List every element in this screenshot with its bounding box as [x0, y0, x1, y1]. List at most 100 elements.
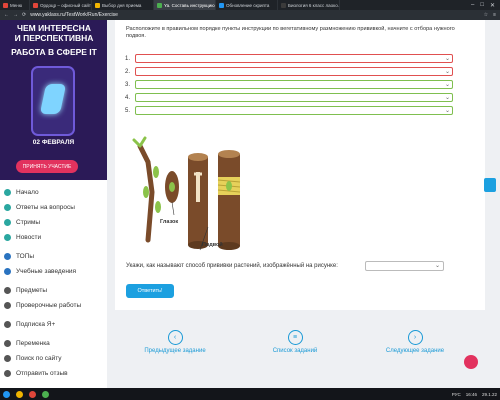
- video-icon[interactable]: [464, 355, 478, 369]
- order-row-number: 4.: [125, 94, 131, 101]
- maximize-icon[interactable]: □: [480, 2, 484, 9]
- sidebar-item[interactable]: Ответы на вопросы: [4, 200, 104, 215]
- browser-tab-label: Обновление скрипта: [226, 2, 270, 8]
- browser-icon[interactable]: [29, 390, 36, 398]
- submit-button[interactable]: Ответить!: [126, 284, 174, 298]
- menu-icon[interactable]: ≡: [493, 12, 496, 18]
- promo-banner[interactable]: ЧЕМ ИНТЕРЕСНА И ПЕРСПЕКТИВНА РАБОТА В СФ…: [0, 20, 107, 180]
- favicon-icon: [219, 2, 224, 8]
- url-field[interactable]: www.yaklass.ru/TestWork/Run/Exercise: [30, 12, 118, 18]
- sidebar-item-label: ТОПы: [16, 253, 35, 260]
- sidebar-item[interactable]: Отправить отзыв: [4, 366, 104, 381]
- sidebar-item-label: Проверочные работы: [16, 302, 82, 309]
- browser-tab[interactable]: Меню: [0, 0, 30, 10]
- sidebar-item[interactable]: ТОПы: [4, 249, 104, 264]
- chevron-down-icon: ⌄: [434, 263, 440, 269]
- sidebar-item[interactable]: Учебные заведения: [4, 264, 104, 279]
- order-row-number: 1.: [125, 55, 131, 62]
- chevron-down-icon: ⌄: [444, 82, 450, 88]
- browser-tab[interactable]: Выбор дня приема: [92, 0, 154, 10]
- label-podvoy: Подвой: [202, 242, 223, 248]
- forward-icon[interactable]: →: [13, 12, 18, 18]
- close-icon[interactable]: ✕: [490, 2, 495, 9]
- grafting-illustration: [132, 136, 241, 251]
- question-icon: [4, 204, 11, 211]
- back-icon[interactable]: ←: [4, 12, 9, 18]
- order-select[interactable]: ⌄: [135, 93, 453, 102]
- grafting-method-select[interactable]: ⌄: [365, 261, 444, 271]
- sidebar-item[interactable]: Проверочные работы: [4, 298, 104, 313]
- home-icon: [4, 189, 11, 196]
- order-select[interactable]: ⌄: [135, 67, 453, 76]
- sidebar-item-label: Поиск по сайту: [16, 355, 62, 362]
- sidebar-item-label: Новости: [16, 234, 42, 241]
- language-indicator[interactable]: РУС: [452, 392, 461, 397]
- browser-tab[interactable]: Ордоцр – офисный сайт Ор...: [30, 0, 92, 10]
- order-row: 2. ⌄: [125, 67, 475, 76]
- task-instruction: Расположите в правильном порядке пункты …: [126, 26, 455, 39]
- explorer-icon[interactable]: [16, 390, 23, 398]
- chevron-down-icon: ⌄: [444, 69, 450, 75]
- reload-icon[interactable]: ⟳: [22, 12, 26, 18]
- prev-task-link[interactable]: ‹ Предыдущее задание: [130, 330, 220, 354]
- arrow-left-icon: ‹: [167, 330, 183, 345]
- order-row-number: 3.: [125, 81, 131, 88]
- sidebar-item-label: Переменка: [16, 340, 50, 347]
- break-icon: [4, 340, 11, 347]
- browser-tab-label: Выбор дня приема: [102, 2, 142, 8]
- next-task-link[interactable]: › Следующее задание: [370, 330, 460, 354]
- prev-task-label: Предыдущее задание: [144, 348, 206, 354]
- sidebar: ЧЕМ ИНТЕРЕСНА И ПЕРСПЕКТИВНА РАБОТА В СФ…: [0, 20, 107, 388]
- favicon-icon: [95, 2, 100, 8]
- phone-illustration: [31, 66, 75, 136]
- promo-date: 02 ФЕВРАЛЯ: [32, 139, 75, 146]
- chevron-down-icon: ⌄: [444, 56, 450, 62]
- minimize-icon[interactable]: –: [471, 2, 474, 9]
- promo-join-button[interactable]: ПРИНЯТЬ УЧАСТИЕ: [16, 160, 78, 173]
- sidebar-item-label: Подписка Я+: [16, 321, 56, 328]
- order-row: 5. ⌄: [125, 106, 475, 115]
- exercise-panel: Расположите в правильном порядке пункты …: [115, 20, 485, 310]
- order-row: 4. ⌄: [125, 93, 475, 102]
- next-task-label: Следующее задание: [385, 348, 445, 354]
- sidebar-item[interactable]: Новости: [4, 230, 104, 245]
- order-select[interactable]: ⌄: [135, 80, 453, 89]
- os-taskbar: РУС 16:46 29.1.22: [0, 388, 500, 400]
- sidebar-item-label: Учебные заведения: [16, 268, 77, 275]
- task-list-label: Список заданий: [272, 348, 318, 354]
- order-select[interactable]: ⌄: [135, 54, 453, 63]
- browser-tab[interactable]: Ya. Составь инструкцию...: [154, 0, 216, 10]
- search-icon: [4, 355, 11, 362]
- bookmark-icon[interactable]: ☆: [484, 12, 488, 18]
- chevron-down-icon: ⌄: [444, 95, 450, 101]
- browser-tab[interactable]: Биология 6 класс лаоко...: [278, 0, 340, 10]
- school-icon: [4, 268, 11, 275]
- trophy-icon: [4, 253, 11, 260]
- stream-icon: [4, 219, 11, 226]
- sidebar-nav: Начало Ответы на вопросы Стримы Новости ТОПы…: [4, 185, 104, 381]
- task-list-link[interactable]: ≡ Список заданий: [250, 330, 340, 354]
- browser-tab-label: Ордоцр – офисный сайт Ор...: [40, 2, 91, 8]
- sidebar-item[interactable]: Переменка: [4, 336, 104, 351]
- sidebar-item-label: Отправить отзыв: [16, 370, 68, 377]
- subjects-icon: [4, 287, 11, 294]
- clock-time: 16:46: [465, 391, 477, 397]
- sidebar-item[interactable]: Стримы: [4, 215, 104, 230]
- side-scroll-button[interactable]: [484, 178, 496, 192]
- favicon-icon: [33, 2, 38, 8]
- order-select[interactable]: ⌄: [135, 106, 453, 115]
- sidebar-item[interactable]: Начало: [4, 185, 104, 200]
- clock-date: 29.1.22: [481, 391, 497, 397]
- sidebar-item-label: Стримы: [16, 219, 41, 226]
- browser-tab[interactable]: Обновление скрипта: [216, 0, 278, 10]
- start-icon[interactable]: [3, 390, 10, 398]
- app-icon[interactable]: [42, 390, 49, 398]
- address-bar: ← → ⟳ www.yaklass.ru/TestWork/Run/Exerci…: [0, 10, 500, 20]
- sidebar-item[interactable]: Подписка Я+: [4, 317, 104, 332]
- list-icon: ≡: [287, 330, 303, 345]
- chevron-down-icon: ⌄: [444, 108, 450, 114]
- window-controls: – □ ✕: [471, 2, 500, 9]
- sidebar-item[interactable]: Предметы: [4, 283, 104, 298]
- favicon-icon: [3, 2, 8, 8]
- sidebar-item[interactable]: Поиск по сайту: [4, 351, 104, 366]
